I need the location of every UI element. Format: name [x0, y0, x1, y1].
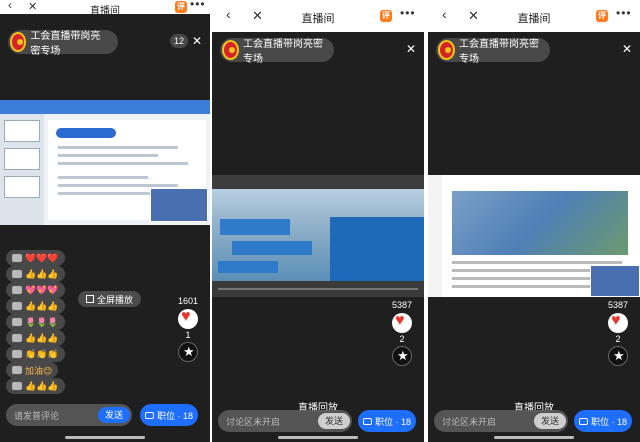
- live-host-name: 工会直播带岗亮密专场: [242, 39, 323, 65]
- factory-aerial-photo: [452, 191, 628, 255]
- comment-item: 👍👍👍: [6, 298, 65, 314]
- comment-item: 加油😊: [6, 362, 59, 378]
- camera-inset: [150, 188, 208, 222]
- more-icon[interactable]: •••: [400, 6, 416, 20]
- video-player[interactable]: [0, 100, 210, 225]
- job-list-label: 职位 · 18: [374, 416, 411, 427]
- heart-icon[interactable]: [178, 308, 198, 329]
- comment-input[interactable]: 请发普评论 发送: [6, 404, 132, 426]
- comment-item: 👍👍👍: [6, 266, 65, 282]
- progress-bar[interactable]: [218, 288, 418, 290]
- comment-feed: ❤️❤️❤️ 👍👍👍 💖💖💖 👍👍👍 🌷🌷🌷 👍👍👍 👏👏👏 加油😊 👍👍👍: [6, 250, 116, 394]
- nav-bar: ‹ ✕ 直播间 评 •••: [428, 0, 640, 32]
- close-live-icon[interactable]: ✕: [622, 42, 632, 56]
- comment-placeholder: 讨论区未开启: [442, 417, 497, 427]
- send-button[interactable]: 发送: [534, 413, 567, 429]
- like-count: 5387: [607, 300, 629, 310]
- fullscreen-button[interactable]: 全屏播放: [78, 291, 142, 307]
- comment-item: 🌷🌷🌷: [6, 314, 65, 330]
- like-count: 1601: [177, 296, 199, 306]
- heart-icon[interactable]: [392, 312, 412, 333]
- fullscreen-icon: [86, 295, 94, 303]
- video-player[interactable]: [428, 175, 640, 297]
- comment-item: 💖💖💖: [6, 282, 65, 298]
- home-indicator: [494, 436, 574, 439]
- live-room-screen-2: ‹ ✕ 直播间 评 ••• 工会直播带岗亮密专场 ✕ 5387 2 直播回放 讨…: [212, 0, 424, 442]
- comment-input[interactable]: 讨论区未开启 发送: [434, 410, 568, 432]
- briefcase-icon: [362, 417, 372, 425]
- favorite-count: 1: [185, 330, 191, 340]
- comment-item: ❤️❤️❤️: [6, 250, 65, 266]
- more-icon[interactable]: •••: [616, 6, 632, 20]
- live-room-screen-1: ‹ ✕ 直播间 评 ••• 工会直播带岗亮密专场 12 ✕ ❤️❤️❤️ 👍👍👍…: [0, 0, 210, 442]
- live-room-screen-3: ‹ ✕ 直播间 评 ••• 工会直播带岗亮密专场 ✕ 5387 2 直播回放 讨…: [428, 0, 640, 442]
- favorite-count: 2: [615, 334, 621, 344]
- live-host-badge[interactable]: 工会直播带岗亮密专场: [220, 38, 334, 65]
- mini-app-icon[interactable]: 评: [596, 10, 608, 22]
- star-icon[interactable]: [392, 346, 412, 366]
- union-logo-icon: [438, 40, 455, 60]
- comment-input[interactable]: 讨论区未开启 发送: [218, 410, 352, 432]
- video-player[interactable]: [212, 175, 424, 297]
- like-count: 5387: [391, 300, 413, 310]
- union-logo-icon: [10, 32, 27, 52]
- comment-item: 👍👍👍: [6, 378, 65, 394]
- comment-placeholder: 请发普评论: [14, 411, 60, 421]
- briefcase-icon: [578, 417, 588, 425]
- live-host-name: 工会直播带岗亮密专场: [30, 31, 101, 57]
- factory-aerial-video: [212, 189, 424, 281]
- live-host-name: 工会直播带岗亮密专场: [458, 39, 539, 65]
- video-controls[interactable]: [212, 281, 424, 297]
- mini-app-icon[interactable]: 评: [175, 1, 187, 13]
- page-title: 直播间: [517, 13, 551, 25]
- live-host-badge[interactable]: 工会直播带岗亮密专场: [8, 30, 118, 57]
- send-button[interactable]: 发送: [318, 413, 351, 429]
- heart-icon[interactable]: [608, 312, 628, 333]
- slide-toolbar: [0, 100, 210, 114]
- comment-placeholder: 讨论区未开启: [226, 417, 281, 427]
- fullscreen-label: 全屏播放: [97, 294, 134, 305]
- star-icon[interactable]: [608, 346, 628, 366]
- favorite-count: 2: [399, 334, 405, 344]
- close-live-icon[interactable]: ✕: [406, 42, 416, 56]
- more-icon[interactable]: •••: [190, 0, 206, 11]
- comment-item: 👍👍👍: [6, 330, 65, 346]
- live-host-badge[interactable]: 工会直播带岗亮密专场: [436, 38, 550, 65]
- home-indicator: [278, 436, 358, 439]
- slide-thumbnails: [0, 114, 44, 225]
- nav-bar: ‹ ✕ 直播间 评 •••: [212, 0, 424, 32]
- job-list-label: 职位 · 18: [590, 416, 627, 427]
- nav-bar: ‹ ✕ 直播间 评 •••: [0, 0, 210, 17]
- job-list-button[interactable]: 职位 · 18: [574, 410, 632, 432]
- star-icon[interactable]: [178, 342, 198, 362]
- home-indicator: [65, 436, 145, 439]
- send-button[interactable]: 发送: [98, 407, 131, 423]
- union-logo-icon: [222, 40, 239, 60]
- viewer-count: 12: [170, 34, 188, 48]
- page-title: 直播间: [301, 13, 335, 25]
- close-live-icon[interactable]: ✕: [192, 34, 202, 48]
- mini-app-icon[interactable]: 评: [380, 10, 392, 22]
- camera-inset: [590, 265, 640, 297]
- job-list-button[interactable]: 职位 · 18: [140, 404, 198, 426]
- briefcase-icon: [144, 411, 154, 419]
- job-list-label: 职位 · 18: [156, 410, 193, 421]
- job-list-button[interactable]: 职位 · 18: [358, 410, 416, 432]
- comment-item: 👏👏👏: [6, 346, 65, 362]
